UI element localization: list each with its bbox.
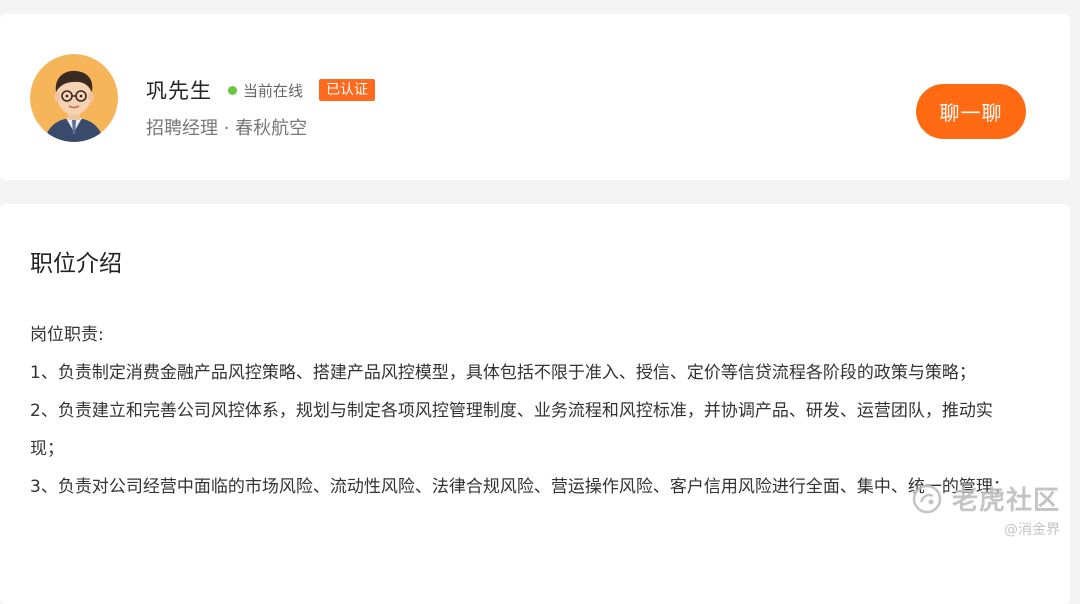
job-description-line: 3、负责对公司经营中面临的市场风险、流动性风险、法律合规风险、营运操作风险、客户… (30, 477, 1010, 497)
watermark-sub-text: @消金界 (1004, 522, 1060, 538)
section-title: 职位介绍 (30, 251, 122, 277)
job-description-card: 职位介绍 岗位职责: 1、负责制定消费金融产品风控策略、搭建产品风控模型，具体包… (0, 204, 1070, 604)
job-description-line: 岗位职责: (30, 325, 104, 345)
recruiter-avatar[interactable] (30, 54, 118, 142)
chat-button[interactable]: 聊一聊 (916, 84, 1026, 139)
recruiter-name: 巩先生 (146, 79, 212, 103)
job-description-body: 岗位职责: 1、负责制定消费金融产品风控策略、搭建产品风控模型，具体包括不限于准… (30, 316, 1020, 506)
job-description-line: 1、负责制定消费金融产品风控策略、搭建产品风控模型，具体包括不限于准入、授信、定… (30, 363, 976, 383)
watermark-main-text: 老虎社区 (951, 486, 1060, 516)
tiger-community-logo-icon (912, 484, 942, 513)
online-status-text: 当前在线 (243, 81, 304, 100)
watermark-main: 老虎社区 (912, 480, 1060, 517)
job-description-line: 2、负责建立和完善公司风控体系，规划与制定各项风控管理制度、业务流程和风控标准，… (30, 401, 993, 459)
recruiter-name-row: 巩先生 当前在线 已认证 (146, 74, 376, 106)
avatar-illustration (30, 54, 118, 142)
verified-badge: 已认证 (319, 79, 376, 101)
online-status-dot-icon (228, 85, 237, 95)
recruiter-title: 招聘经理 · 春秋航空 (146, 118, 308, 139)
watermark: 老虎社区 @消金界 (912, 480, 1060, 539)
recruiter-card: 巩先生 当前在线 已认证 招聘经理 · 春秋航空 聊一聊 (0, 14, 1070, 180)
